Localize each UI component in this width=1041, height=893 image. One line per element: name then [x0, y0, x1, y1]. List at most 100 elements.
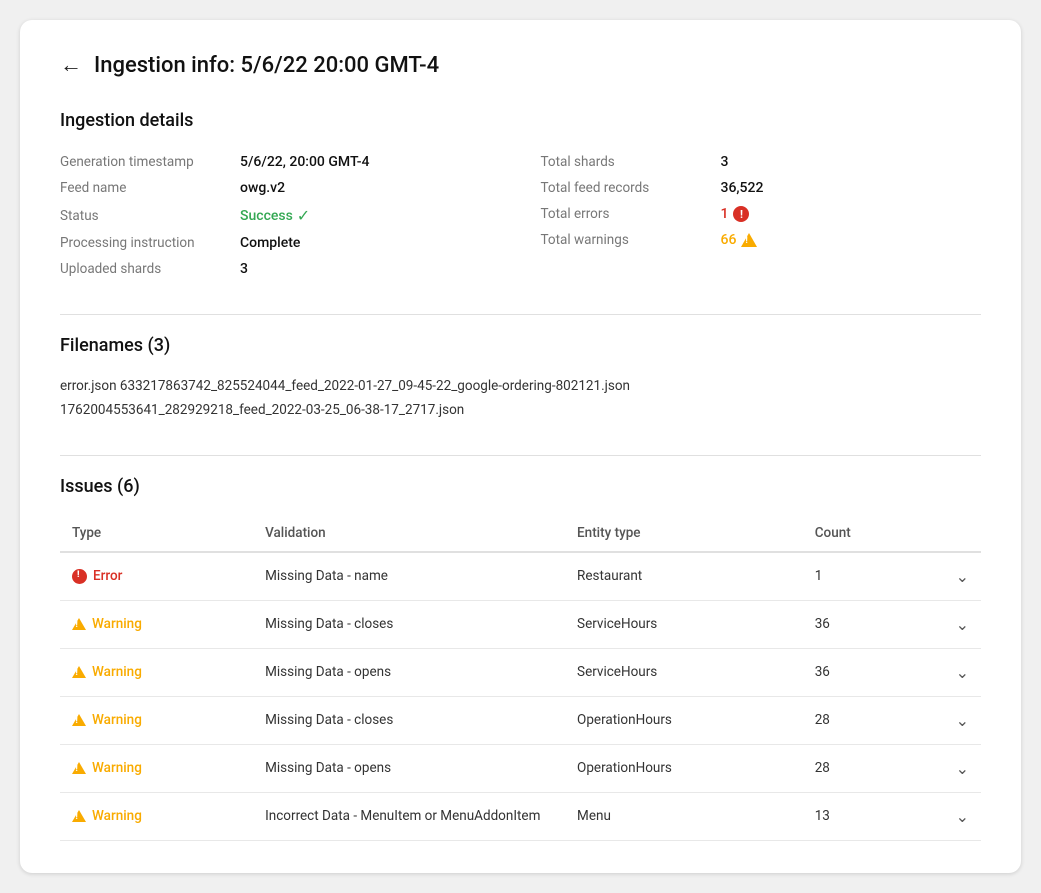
cell-expand[interactable]: ⌄ — [922, 696, 981, 744]
details-left: Generation timestamp 5/6/22, 20:00 GMT-4… — [60, 149, 501, 282]
cell-count: 28 — [803, 744, 922, 792]
cell-count: 36 — [803, 600, 922, 648]
value-uploaded-shards: 3 — [240, 261, 248, 277]
error-count: 1 — [721, 206, 729, 222]
label-status: Status — [60, 208, 240, 224]
filenames-title: Filenames (3) — [60, 335, 981, 356]
label-uploaded-shards: Uploaded shards — [60, 261, 240, 277]
cell-count: 28 — [803, 696, 922, 744]
status-text: Success — [240, 208, 293, 224]
chevron-down-icon[interactable]: ⌄ — [956, 567, 969, 586]
chevron-down-icon[interactable]: ⌄ — [956, 711, 969, 730]
value-feedname: owg.v2 — [240, 180, 285, 196]
details-grid: Generation timestamp 5/6/22, 20:00 GMT-4… — [60, 149, 981, 282]
divider-1 — [60, 314, 981, 315]
header-row: Type Validation Entity type Count — [60, 515, 981, 552]
table-row: Warning Missing Data - closesOperationHou… — [60, 696, 981, 744]
detail-row-total-feed-records: Total feed records 36,522 — [541, 175, 982, 201]
cell-expand[interactable]: ⌄ — [922, 744, 981, 792]
cell-expand[interactable]: ⌄ — [922, 552, 981, 601]
warning-triangle-icon — [72, 762, 86, 774]
label-feedname: Feed name — [60, 180, 240, 196]
detail-row-uploaded-shards: Uploaded shards 3 — [60, 256, 501, 282]
label-total-errors: Total errors — [541, 206, 721, 222]
detail-row-total-errors: Total errors 1 ! — [541, 201, 982, 227]
cell-type: Warning — [60, 744, 253, 792]
detail-row-feedname: Feed name owg.v2 — [60, 175, 501, 201]
cell-expand[interactable]: ⌄ — [922, 792, 981, 840]
warning-triangle-icon — [72, 714, 86, 726]
label-processing: Processing instruction — [60, 235, 240, 251]
cell-type: Error — [60, 552, 253, 601]
cell-entity: Restaurant — [565, 552, 803, 601]
type-warning: Warning — [72, 616, 241, 632]
cell-expand[interactable]: ⌄ — [922, 600, 981, 648]
detail-row-total-shards: Total shards 3 — [541, 149, 982, 175]
col-header-count: Count — [803, 515, 922, 552]
back-button[interactable]: ← — [60, 52, 82, 78]
chevron-down-icon[interactable]: ⌄ — [956, 759, 969, 778]
cell-entity: ServiceHours — [565, 600, 803, 648]
type-warning: Warning — [72, 712, 241, 728]
cell-entity: Menu — [565, 792, 803, 840]
cell-validation: Incorrect Data - MenuItem or MenuAddonIt… — [253, 792, 565, 840]
issues-table-header: Type Validation Entity type Count — [60, 515, 981, 552]
issues-section: Issues (6) Type Validation Entity type C… — [60, 476, 981, 841]
detail-row-total-warnings: Total warnings 66 — [541, 227, 982, 253]
filenames-section: Filenames (3) error.json 633217863742_82… — [60, 335, 981, 423]
col-header-entity: Entity type — [565, 515, 803, 552]
cell-type: Warning — [60, 648, 253, 696]
table-row: Warning Missing Data - opensServiceHours3… — [60, 648, 981, 696]
cell-entity: ServiceHours — [565, 648, 803, 696]
details-right: Total shards 3 Total feed records 36,522… — [541, 149, 982, 282]
page-title: Ingestion info: 5/6/22 20:00 GMT-4 — [94, 53, 439, 78]
type-warning: Warning — [72, 760, 241, 776]
label-total-shards: Total shards — [541, 154, 721, 170]
cell-entity: OperationHours — [565, 696, 803, 744]
cell-expand[interactable]: ⌄ — [922, 648, 981, 696]
cell-type: Warning — [60, 792, 253, 840]
cell-count: 36 — [803, 648, 922, 696]
page-header: ← Ingestion info: 5/6/22 20:00 GMT-4 — [60, 52, 981, 78]
issues-table: Type Validation Entity type Count ErrorM… — [60, 515, 981, 841]
warning-triangle-icon — [72, 618, 86, 630]
chevron-down-icon[interactable]: ⌄ — [956, 663, 969, 682]
filename-list: error.json 633217863742_825524044_feed_2… — [60, 374, 981, 423]
table-row: WarningMissing Data - opensOperationHour… — [60, 744, 981, 792]
value-processing: Complete — [240, 235, 300, 251]
label-timestamp: Generation timestamp — [60, 154, 240, 170]
detail-row-processing: Processing instruction Complete — [60, 230, 501, 256]
warning-count: 66 — [721, 232, 737, 248]
check-icon: ✓ — [297, 206, 310, 225]
warning-triangle-icon — [72, 810, 86, 822]
col-header-validation: Validation — [253, 515, 565, 552]
value-total-shards: 3 — [721, 154, 729, 170]
cell-entity: OperationHours — [565, 744, 803, 792]
ingestion-details-title: Ingestion details — [60, 110, 981, 131]
cell-validation: Missing Data - closes — [253, 696, 565, 744]
value-status: Success ✓ — [240, 206, 310, 225]
table-row: ErrorMissing Data - nameRestaurant1 ⌄ — [60, 552, 981, 601]
warning-icon — [741, 233, 757, 247]
error-circle-icon — [72, 569, 87, 584]
ingestion-details-section: Ingestion details Generation timestamp 5… — [60, 110, 981, 282]
label-total-feed-records: Total feed records — [541, 180, 721, 196]
value-total-errors: 1 ! — [721, 206, 750, 222]
filename-item-1: error.json 633217863742_825524044_feed_2… — [60, 374, 981, 398]
col-header-type: Type — [60, 515, 253, 552]
type-warning: Warning — [72, 664, 241, 680]
detail-row-timestamp: Generation timestamp 5/6/22, 20:00 GMT-4 — [60, 149, 501, 175]
cell-validation: Missing Data - name — [253, 552, 565, 601]
cell-validation: Missing Data - opens — [253, 648, 565, 696]
label-total-warnings: Total warnings — [541, 232, 721, 248]
chevron-down-icon[interactable]: ⌄ — [956, 615, 969, 634]
cell-type: Warning — [60, 600, 253, 648]
cell-count: 1 — [803, 552, 922, 601]
filename-item-2: 1762004553641_282929218_feed_2022-03-25_… — [60, 398, 981, 422]
value-total-warnings: 66 — [721, 232, 758, 248]
detail-row-status: Status Success ✓ — [60, 201, 501, 230]
issues-table-body: ErrorMissing Data - nameRestaurant1⌄Warn… — [60, 552, 981, 841]
table-row: WarningIncorrect Data - MenuItem or Menu… — [60, 792, 981, 840]
cell-type: Warning — [60, 696, 253, 744]
col-header-expand — [922, 515, 981, 552]
